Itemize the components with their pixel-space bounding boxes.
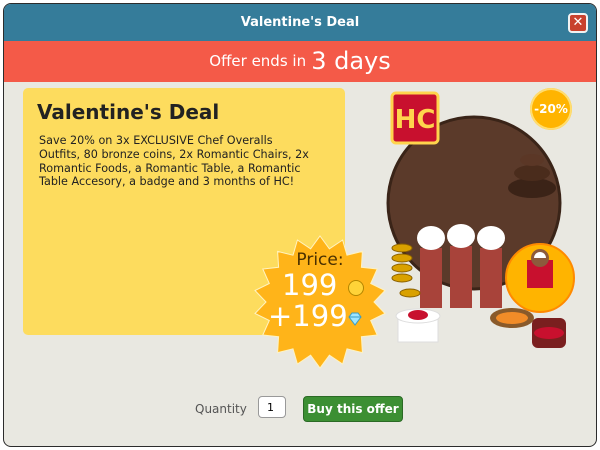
price-diamonds: +199 — [268, 299, 348, 333]
offer-countdown-banner: Offer ends in 3 days — [4, 41, 596, 82]
offer-description: Save 20% on 3x EXCLUSIVE Chef Overalls O… — [39, 134, 309, 189]
window-title: Valentine's Deal — [240, 15, 360, 30]
buy-offer-button[interactable]: Buy this offer — [303, 396, 403, 422]
discount-badge: -20% — [530, 88, 572, 130]
quantity-input[interactable] — [258, 396, 286, 418]
price-label: Price: — [296, 250, 344, 270]
diamond-icon — [348, 312, 362, 326]
close-button[interactable]: ✕ — [568, 13, 588, 33]
offer-title: Valentine's Deal — [37, 100, 220, 124]
price-credits: 199 — [282, 268, 338, 302]
title-bar[interactable]: Valentine's Deal ✕ — [4, 4, 596, 42]
countdown-label: Offer ends in — [209, 52, 307, 70]
credit-coin-icon — [348, 280, 364, 296]
offer-artwork: HC — [386, 91, 575, 348]
close-icon: ✕ — [572, 15, 584, 30]
quantity-label: Quantity — [195, 402, 247, 416]
svg-text:HC: HC — [395, 105, 436, 135]
countdown-value: 3 days — [311, 47, 391, 75]
